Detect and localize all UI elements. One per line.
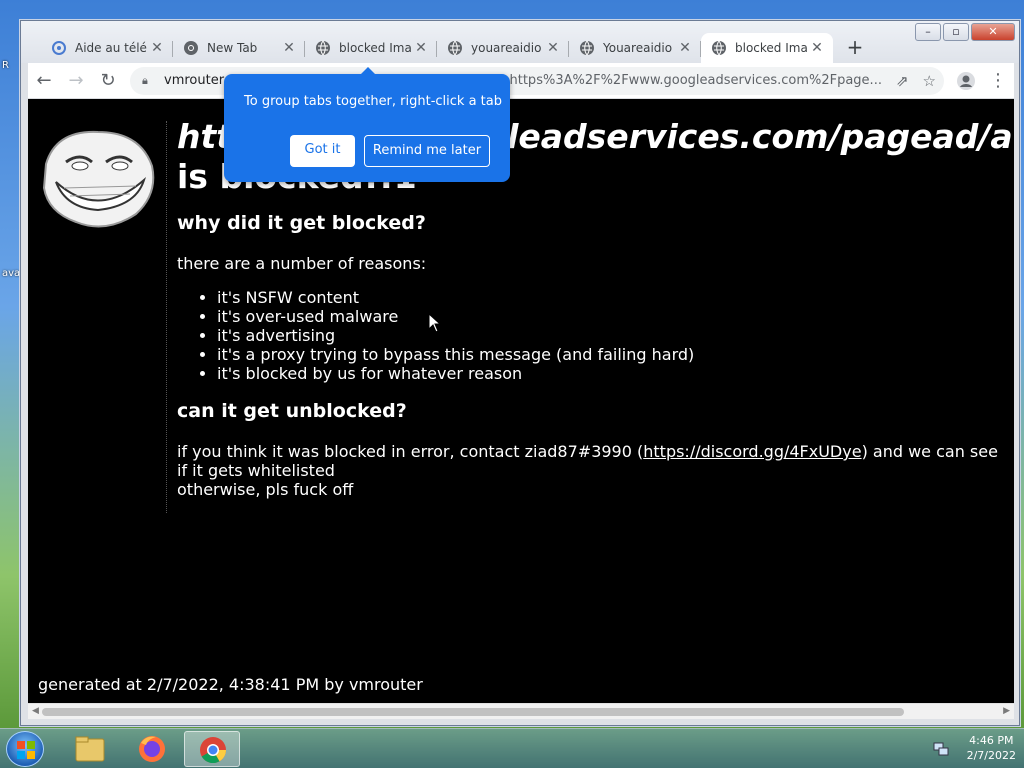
close-tab-icon[interactable]: ✕	[809, 40, 825, 56]
page-content: https://www.googleadservices.com/pagead/…	[28, 99, 1014, 703]
tab-title: Youareaidio	[603, 41, 673, 55]
network-icon[interactable]	[933, 740, 949, 756]
close-tab-icon[interactable]: ✕	[281, 40, 297, 56]
list-item: it's a proxy trying to bypass this messa…	[217, 345, 1007, 364]
tab[interactable]: Aide au télé ✕	[41, 33, 173, 63]
globe-icon	[316, 40, 330, 56]
clock[interactable]: 4:46 PM 2/7/2022	[967, 733, 1016, 763]
desktop-icon-label: R	[2, 60, 9, 71]
system-tray: 4:46 PM 2/7/2022	[933, 733, 1016, 763]
clock-time: 4:46 PM	[969, 734, 1014, 747]
toolbar: ← → ↻ 🔒︎ vmrouter =https%3A%2F%2Fwww.goo…	[28, 63, 1014, 99]
tab-title: New Tab	[207, 41, 258, 55]
unblock-heading: can it get unblocked?	[177, 400, 407, 422]
got-it-button[interactable]: Got it	[290, 135, 355, 167]
menu-dots-icon[interactable]: ⋮	[982, 65, 1014, 97]
scroll-right-icon[interactable]: ▶	[1003, 706, 1010, 716]
tab-group-tooltip: To group tabs together, right-click a ta…	[224, 67, 510, 182]
tab-strip: Aide au télé ✕ New Tab ✕ blocked Ima ✕ y…	[41, 31, 869, 63]
maximize-button[interactable]: ▫	[943, 23, 969, 41]
tab[interactable]: youareaidio ✕	[437, 33, 569, 63]
minimize-button[interactable]: –	[915, 23, 941, 41]
settings-icon	[52, 41, 66, 55]
taskbar: 4:46 PM 2/7/2022	[0, 728, 1024, 768]
tab-title: blocked Ima	[735, 41, 808, 55]
browser-window: – ▫ ✕ Aide au télé ✕ New Tab ✕ blocked I…	[20, 20, 1020, 726]
reasons-intro: there are a number of reasons:	[177, 254, 427, 273]
scroll-left-icon[interactable]: ◀	[32, 706, 39, 716]
close-tab-icon[interactable]: ✕	[149, 40, 165, 56]
reload-icon[interactable]: ↻	[92, 65, 124, 97]
horizontal-scrollbar[interactable]: ◀ ▶	[28, 703, 1014, 719]
vertical-divider	[166, 121, 167, 513]
back-arrow-icon[interactable]: ←	[28, 65, 60, 97]
tab[interactable]: blocked Ima ✕	[305, 33, 437, 63]
otherwise-text: otherwise, pls fuck off	[177, 480, 354, 499]
globe-icon	[712, 40, 726, 56]
address-host: vmrouter	[164, 73, 225, 88]
close-tab-icon[interactable]: ✕	[413, 40, 429, 56]
window-controls: – ▫ ✕	[913, 23, 1015, 41]
globe-icon	[580, 40, 594, 56]
firefox-icon[interactable]	[124, 731, 180, 767]
file-explorer-icon[interactable]	[62, 731, 118, 767]
list-item: it's blocked by us for whatever reason	[217, 364, 1007, 383]
tab-title: Aide au télé	[75, 41, 147, 55]
new-tab-button[interactable]: +	[841, 34, 869, 62]
discord-link[interactable]: https://discord.gg/4FxUDye	[643, 442, 861, 461]
close-tab-icon[interactable]: ✕	[545, 40, 561, 56]
chrome-icon[interactable]	[184, 731, 240, 767]
list-item: it's over-used malware	[217, 307, 1007, 326]
mouse-cursor-icon	[428, 313, 442, 333]
profile-icon[interactable]	[950, 65, 982, 97]
list-item: it's advertising	[217, 326, 1007, 345]
why-heading: why did it get blocked?	[177, 212, 426, 234]
generated-footer: generated at 2/7/2022, 4:38:41 PM by vmr…	[38, 675, 423, 694]
tooltip-message: To group tabs together, right-click a ta…	[244, 94, 503, 109]
tab[interactable]: New Tab ✕	[173, 33, 305, 63]
share-icon[interactable]: ⇗	[896, 72, 909, 90]
contact-prefix: if you think it was blocked in error, co…	[177, 442, 644, 461]
clock-date: 2/7/2022	[966, 749, 1016, 762]
bookmark-star-icon[interactable]: ☆	[923, 72, 936, 90]
contact-paragraph: if you think it was blocked in error, co…	[177, 442, 1007, 499]
windows-logo-icon	[17, 741, 35, 759]
reasons-list: it's NSFW content it's over-used malware…	[217, 288, 1007, 383]
lock-icon: 🔒︎	[142, 73, 148, 87]
globe-icon	[448, 40, 462, 56]
list-item: it's NSFW content	[217, 288, 1007, 307]
close-tab-icon[interactable]: ✕	[677, 40, 693, 56]
chrome-icon	[184, 41, 198, 55]
start-button[interactable]	[6, 731, 44, 767]
remind-later-button[interactable]: Remind me later	[364, 135, 490, 167]
tab-active[interactable]: blocked Ima ✕	[701, 33, 833, 63]
tab-title: youareaidio	[471, 41, 542, 55]
tab-title: blocked Ima	[339, 41, 412, 55]
desktop-icon-label: ava	[2, 268, 21, 279]
forward-arrow-icon[interactable]: →	[60, 65, 92, 97]
scrollbar-thumb[interactable]	[42, 708, 904, 716]
close-window-button[interactable]: ✕	[971, 23, 1015, 41]
trollface-image	[42, 130, 155, 228]
tab[interactable]: Youareaidio ✕	[569, 33, 701, 63]
